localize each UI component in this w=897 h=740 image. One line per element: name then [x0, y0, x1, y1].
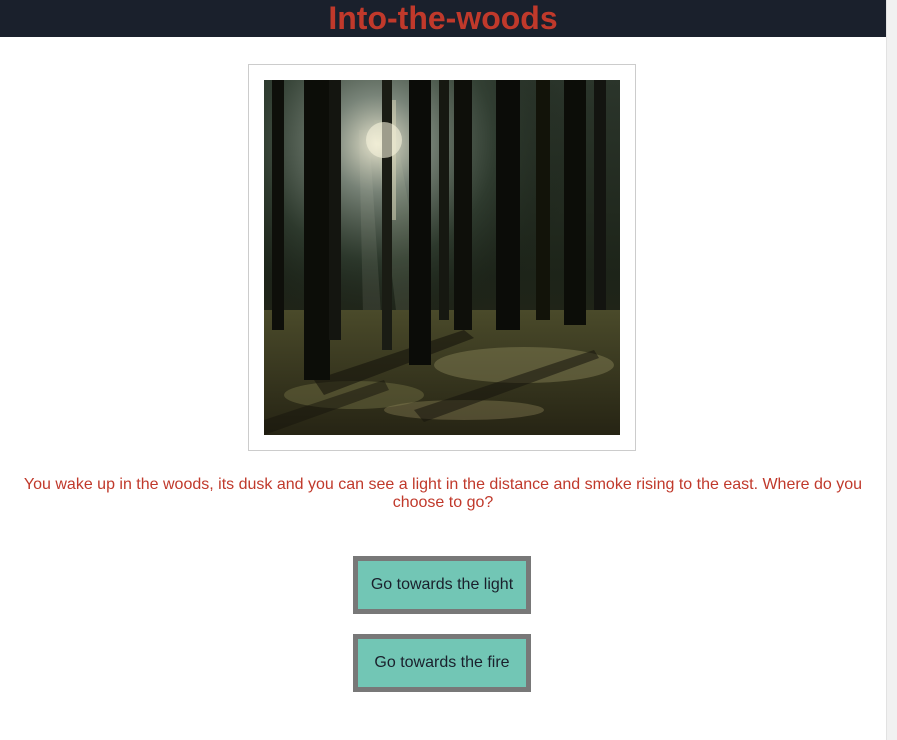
game-page: Into-the-woods You wake up in the woods,…	[0, 0, 897, 740]
page-title: Into-the-woods	[328, 0, 558, 36]
scene-description: You wake up in the woods, its dusk and y…	[23, 476, 863, 511]
go-towards-fire-button[interactable]: Go towards the fire	[353, 634, 531, 692]
vertical-scrollbar[interactable]	[886, 0, 897, 740]
go-towards-fire-label: Go towards the fire	[374, 654, 510, 671]
header-bar: Into-the-woods	[0, 0, 886, 37]
go-towards-light-button[interactable]: Go towards the light	[353, 556, 531, 614]
scene-image-frame	[248, 64, 636, 451]
go-towards-light-label: Go towards the light	[370, 576, 514, 593]
forest-image	[264, 80, 620, 435]
